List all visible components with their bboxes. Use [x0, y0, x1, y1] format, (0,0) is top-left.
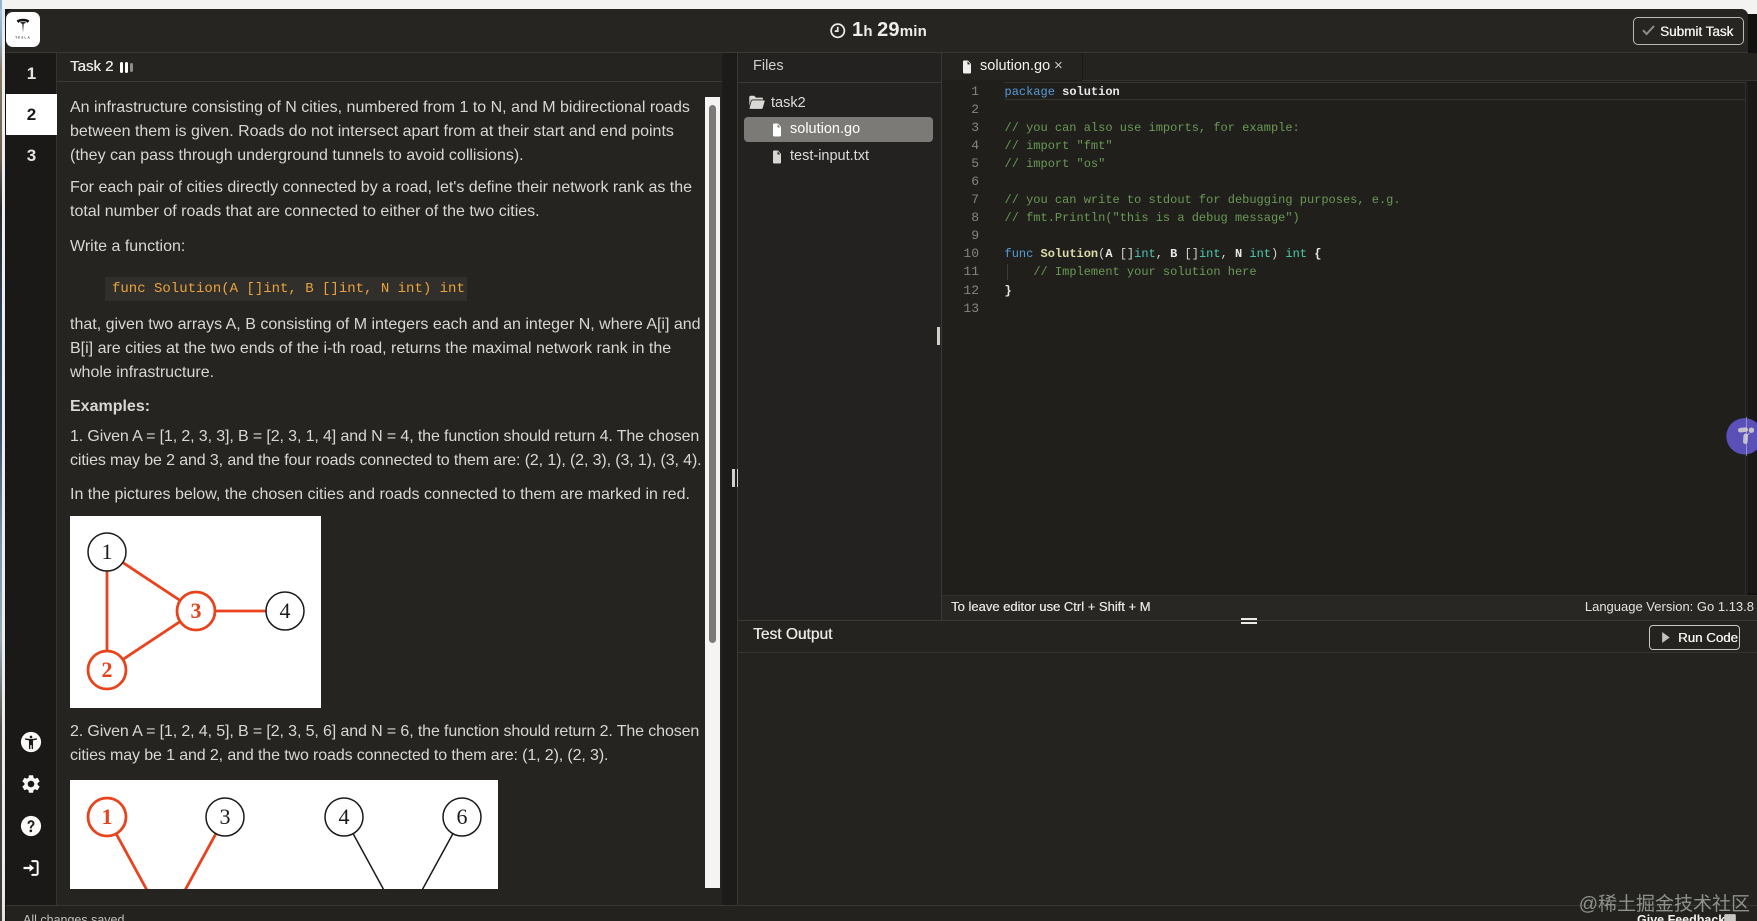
svg-text:1: 1 [102, 539, 113, 564]
svg-text:3: 3 [191, 598, 202, 623]
svg-text:TESLA: TESLA [15, 35, 31, 39]
svg-text:3: 3 [220, 804, 231, 829]
svg-text:1: 1 [102, 804, 113, 829]
svg-text:4: 4 [280, 598, 291, 623]
svg-text:4: 4 [339, 804, 350, 829]
svg-text:2: 2 [102, 657, 113, 682]
svg-text:6: 6 [457, 804, 468, 829]
